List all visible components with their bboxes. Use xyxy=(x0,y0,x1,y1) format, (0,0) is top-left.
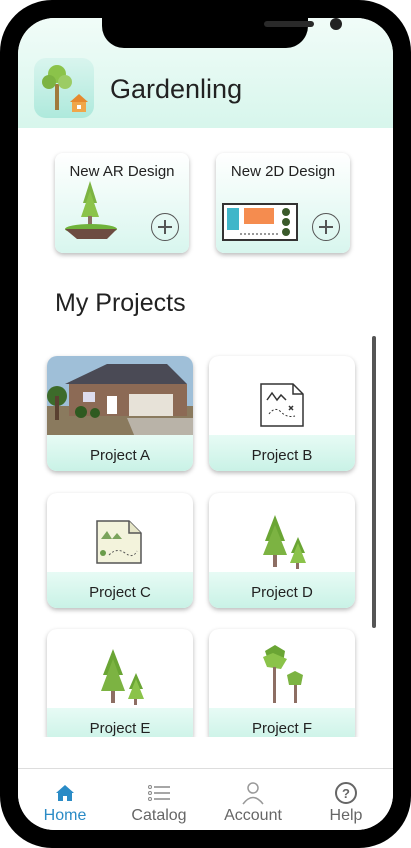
project-card-a[interactable]: Project A xyxy=(47,356,193,471)
phone-notch xyxy=(102,18,342,48)
tab-account[interactable]: Account xyxy=(206,769,300,830)
projects-grid: Project A Project B Project C Project D … xyxy=(18,348,393,737)
user-icon xyxy=(242,782,264,805)
project-label: Project C xyxy=(89,584,151,601)
new-ar-design-card[interactable]: New AR Design xyxy=(55,153,189,253)
project-card-c[interactable]: Project C xyxy=(47,493,193,608)
tab-help-label: Help xyxy=(329,807,363,824)
project-label: Project A xyxy=(89,447,151,464)
project-card-d[interactable]: Project D xyxy=(209,493,355,608)
bottom-tab-bar: Home Catalog Account ? Help xyxy=(18,768,393,830)
add-2d-design-icon xyxy=(312,213,340,241)
new-2d-design-label: New 2D Design xyxy=(230,163,336,180)
list-icon xyxy=(148,785,170,801)
app-screen: Gardenling New AR Design New 2D Design M… xyxy=(18,18,393,830)
app-logo xyxy=(34,58,94,118)
project-label: Project B xyxy=(251,447,313,464)
tab-help[interactable]: ? Help xyxy=(299,769,393,830)
tab-home-label: Home xyxy=(43,807,87,824)
project-card-e[interactable]: Project E xyxy=(47,629,193,737)
tab-catalog-label: Catalog xyxy=(131,807,187,824)
project-card-f[interactable]: Project F xyxy=(209,629,355,737)
house-photo xyxy=(47,356,193,442)
project-label: Project F xyxy=(251,720,312,737)
home-icon xyxy=(56,785,74,801)
pine-trees-icon xyxy=(101,649,144,705)
add-ar-design-icon xyxy=(151,213,179,241)
tab-home[interactable]: Home xyxy=(18,769,112,830)
tab-catalog[interactable]: Catalog xyxy=(112,769,206,830)
speaker xyxy=(264,21,314,27)
round-trees-icon xyxy=(263,645,303,703)
camera xyxy=(330,18,342,30)
pine-trees-icon xyxy=(263,515,306,569)
my-projects-heading: My Projects xyxy=(55,289,186,317)
new-ar-design-label: New AR Design xyxy=(69,163,175,180)
floating-island-icon xyxy=(65,181,117,239)
svg-text:?: ? xyxy=(342,786,350,801)
new-2d-design-card[interactable]: New 2D Design xyxy=(216,153,350,253)
project-card-b[interactable]: Project B xyxy=(209,356,355,471)
floor-plan-icon xyxy=(222,203,298,241)
project-label: Project E xyxy=(89,720,151,737)
tab-account-label: Account xyxy=(224,807,282,824)
treasure-map-icon xyxy=(260,383,304,427)
projects-scrollbar[interactable] xyxy=(372,336,376,628)
help-icon: ? xyxy=(335,782,357,804)
colored-map-icon xyxy=(96,520,142,564)
app-title: Gardenling xyxy=(110,74,243,104)
phone-frame: Gardenling New AR Design New 2D Design M… xyxy=(0,0,411,848)
project-label: Project D xyxy=(251,584,313,601)
